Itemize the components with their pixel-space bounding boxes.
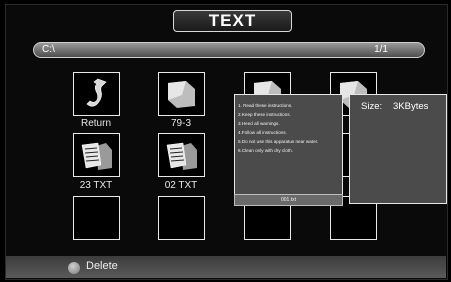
size-label: Size: [361,101,383,112]
preview-line: 3.Heed all warnings. [238,121,280,126]
path-bar: C:\ 1/1 [33,42,425,58]
tile-label-02-txt: 02 TXT [164,180,198,191]
preview-text: 1. Read these instructions. 2.Keep these… [238,101,340,155]
folder-icon [168,81,195,108]
tile-label-return: Return [80,118,111,129]
text-file-tile-23[interactable] [73,133,120,177]
preview-line: 2.Keep these instructions. [238,112,291,117]
text-file-icon [81,142,112,170]
folder-tile-79-3[interactable] [158,72,205,116]
preview-line: 6.Clean only with dry cloth. [238,148,293,153]
empty-tile[interactable] [158,196,205,240]
page-title: TEXT [173,10,292,32]
return-tile[interactable] [73,72,120,116]
file-info-panel: Size: 3KBytes [349,94,447,204]
size-value: 3KBytes [393,101,429,112]
preview-line: 1. Read these instructions. [238,103,293,108]
preview-filename: 001.txt [234,194,343,206]
tile-label-79-3: 79-3 [170,118,191,129]
empty-tile[interactable] [73,196,120,240]
preview-line: 5.Do not use this apparatus near water. [238,139,319,144]
text-file-tile-02[interactable] [158,133,205,177]
preview-line: 4.Follow all instructions. [238,130,287,135]
delete-button-icon[interactable] [68,262,80,274]
return-arrow-icon [86,78,107,107]
current-path: C:\ [42,44,55,55]
text-preview-popup: 1. Read these instructions. 2.Keep these… [234,94,343,206]
tile-label-23-txt: 23 TXT [79,180,113,191]
delete-label[interactable]: Delete [86,260,118,272]
text-file-icon [166,142,197,170]
page-indicator: 1/1 [374,44,388,55]
